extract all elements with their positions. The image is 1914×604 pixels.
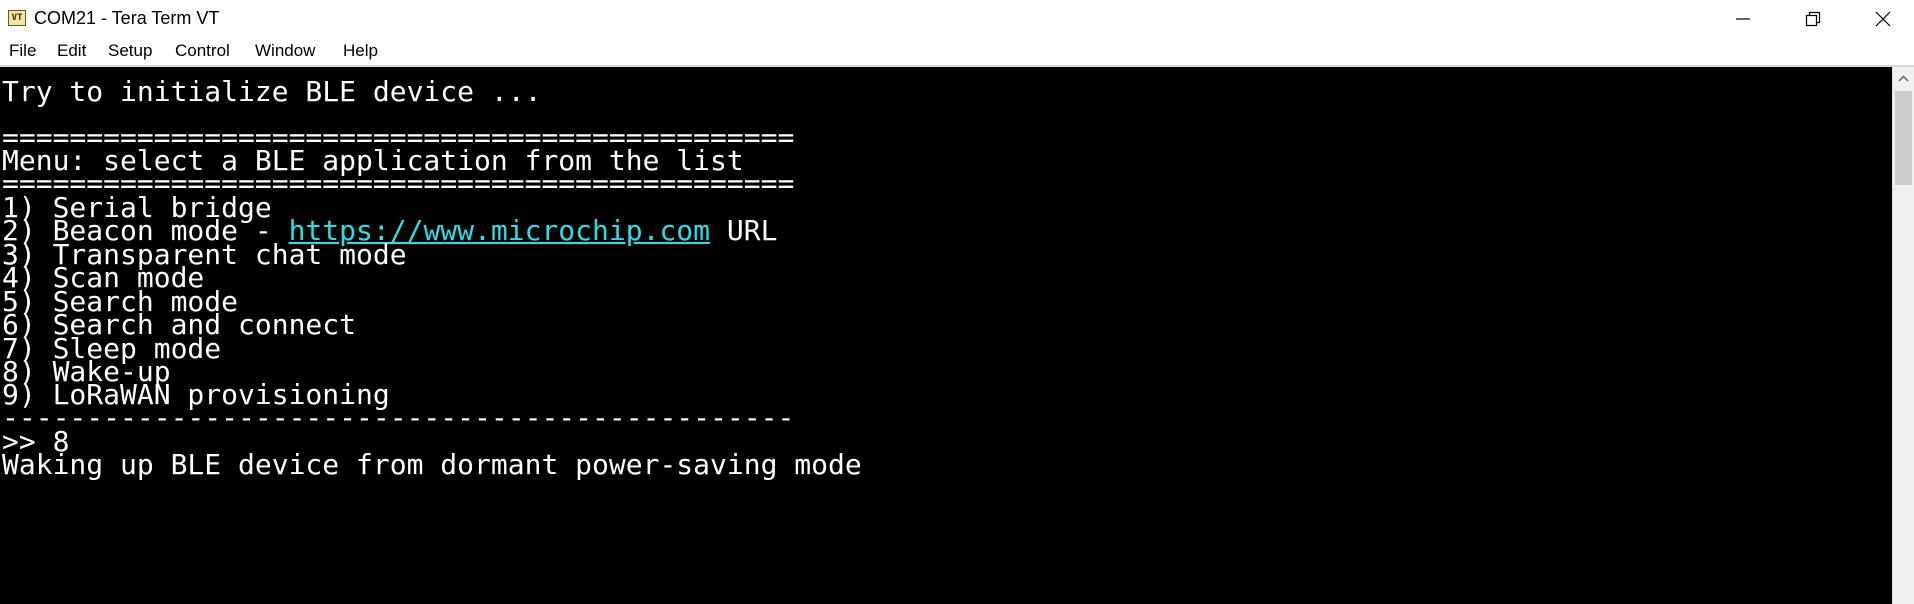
terminal-status: Waking up BLE device from dormant power-… xyxy=(2,448,862,481)
terminal-screen[interactable]: Try to initialize BLE device ... =======… xyxy=(0,67,1892,604)
menu-bar: File Edit Setup Control Window Help xyxy=(0,38,1914,66)
scroll-up-arrow-icon xyxy=(1898,75,1909,82)
restore-button[interactable] xyxy=(1778,0,1848,38)
close-button[interactable] xyxy=(1848,0,1914,38)
minimize-button[interactable] xyxy=(1708,0,1778,38)
menu-window[interactable]: Window xyxy=(255,38,315,66)
terminal-rule-bottom: ----------------------------------------… xyxy=(2,401,795,434)
scrollbar-thumb[interactable] xyxy=(1895,91,1912,185)
menu-edit[interactable]: Edit xyxy=(57,38,86,66)
close-icon xyxy=(1875,11,1891,27)
menu-option-2-suffix: URL xyxy=(710,214,778,247)
menu-file[interactable]: File xyxy=(9,38,36,66)
tera-term-window: VT COM21 - Tera Term VT File Edit Setup … xyxy=(0,0,1914,604)
window-title: COM21 - Tera Term VT xyxy=(34,8,220,28)
menu-help[interactable]: Help xyxy=(343,38,378,66)
scroll-up-button[interactable] xyxy=(1893,67,1914,89)
restore-icon xyxy=(1805,11,1821,27)
tera-term-app-icon[interactable]: VT xyxy=(8,10,26,26)
vertical-scrollbar[interactable] xyxy=(1892,67,1914,604)
terminal-line-init: Try to initialize BLE device ... xyxy=(2,75,542,108)
title-bar[interactable]: VT COM21 - Tera Term VT xyxy=(0,0,1914,38)
menu-setup[interactable]: Setup xyxy=(108,38,152,66)
minimize-icon xyxy=(1736,18,1750,20)
menu-control[interactable]: Control xyxy=(175,38,230,66)
